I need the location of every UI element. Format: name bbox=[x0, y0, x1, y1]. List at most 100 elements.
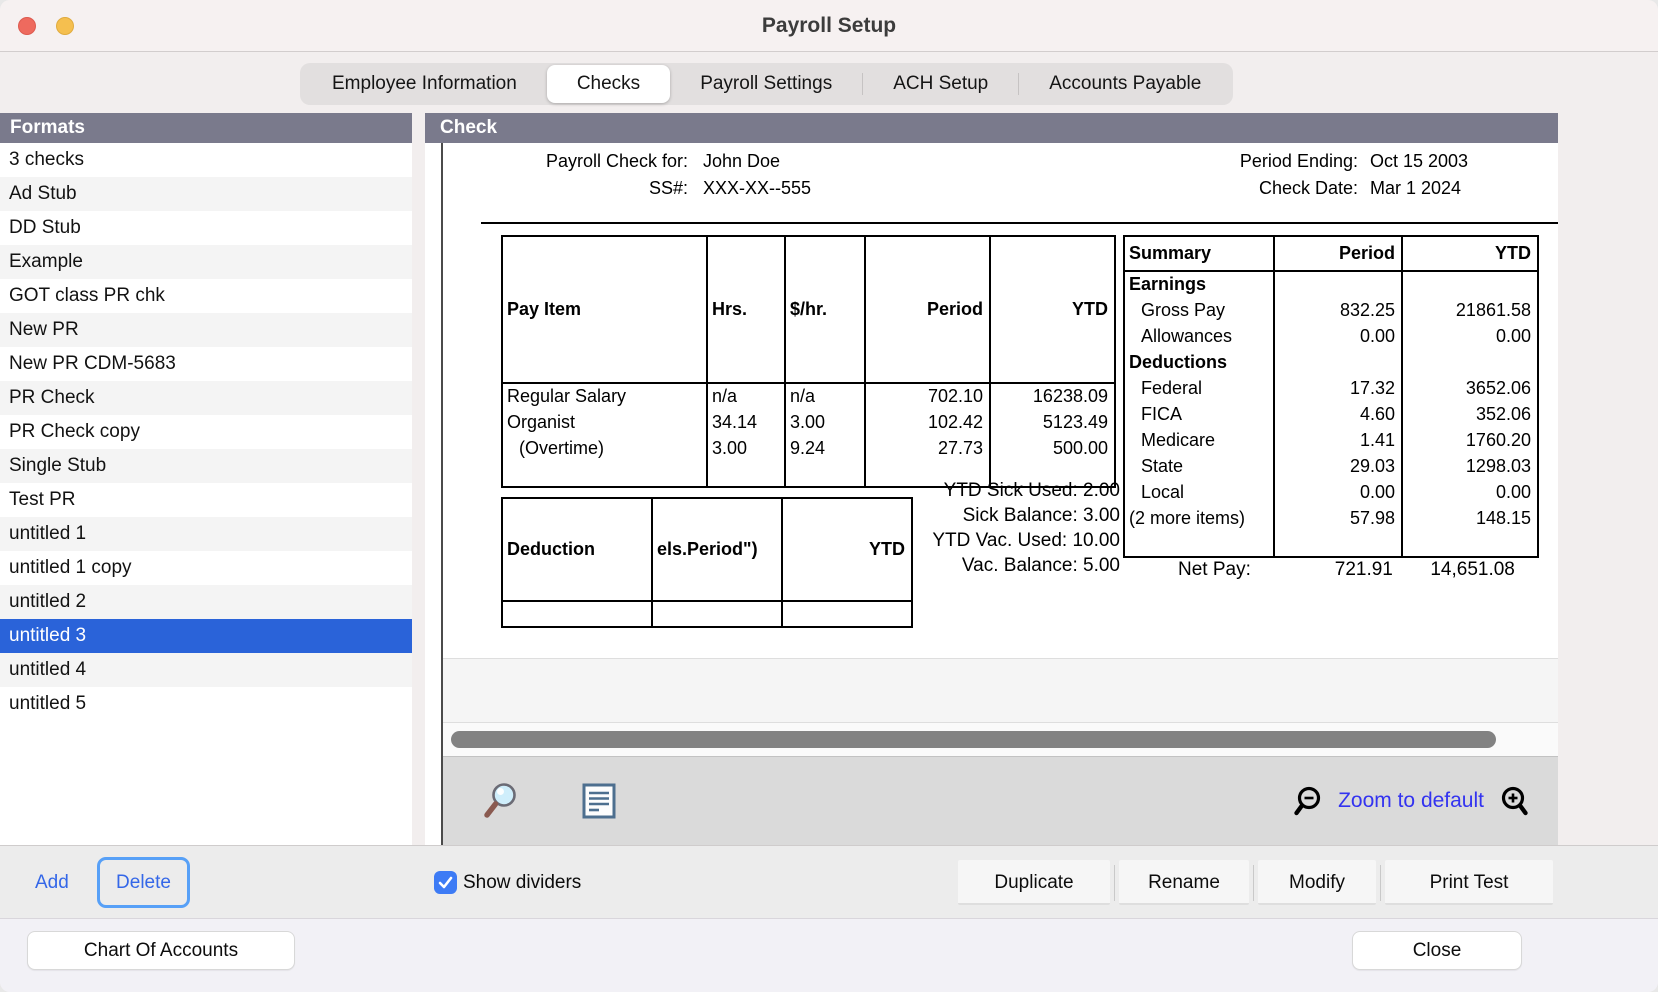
scrollbar-thumb[interactable] bbox=[451, 731, 1496, 748]
search-icon[interactable] bbox=[483, 782, 519, 820]
delete-button-label: Delete bbox=[116, 872, 171, 894]
format-row-new-pr[interactable]: New PR bbox=[0, 313, 412, 347]
pay-item-row: (Overtime)3.009.2427.73500.00 bbox=[502, 435, 1115, 461]
leave-line-vac-balance: Vac. Balance: 5.00 bbox=[932, 553, 1120, 578]
button-separator bbox=[1253, 865, 1254, 901]
ssn-value: XXX-XX--555 bbox=[703, 175, 811, 202]
summary-row-federal: Federal17.323652.06 bbox=[1124, 375, 1538, 401]
net-pay-ytd: 14,651.08 bbox=[1393, 559, 1515, 581]
title-bar: Payroll Setup bbox=[0, 0, 1658, 52]
format-row-untitled-4[interactable]: untitled 4 bbox=[0, 653, 412, 687]
add-button[interactable]: Add bbox=[35, 846, 69, 919]
leave-line-ytd-vac-used: YTD Vac. Used: 10.00 bbox=[932, 528, 1120, 553]
column-header-period: Period bbox=[1274, 236, 1402, 271]
main-panels: Formats 3 checksAd StubDD StubExampleGOT… bbox=[0, 113, 1658, 845]
summary-row-2-more-items: (2 more items)57.98148.15 bbox=[1124, 505, 1538, 531]
column-header-period: Period bbox=[865, 236, 990, 383]
check-content: Payroll Check for: John Doe SS#: XXX-XX-… bbox=[441, 143, 1558, 845]
check-date-label: Check Date: bbox=[1259, 175, 1358, 202]
summary-row-gross-pay: Gross Pay832.2521861.58 bbox=[1124, 297, 1538, 323]
summary-table: SummaryPeriodYTDEarningsGross Pay832.252… bbox=[1123, 235, 1539, 558]
document-preview-icon[interactable] bbox=[581, 782, 617, 820]
column-header-els-period: els.Period") bbox=[652, 498, 782, 601]
format-row-untitled-3[interactable]: untitled 3 bbox=[0, 619, 412, 653]
zoom-to-default-link[interactable]: Zoom to default bbox=[1338, 789, 1484, 813]
payroll-setup-window: Payroll Setup Employee InformationChecks… bbox=[0, 0, 1658, 992]
check-header: Check bbox=[425, 113, 1558, 143]
net-pay-period: 721.91 bbox=[1251, 559, 1393, 581]
column-header-hrs: Hrs. bbox=[707, 236, 785, 383]
column-header-pay-item: Pay Item bbox=[502, 236, 707, 383]
column-header-ytd: YTD bbox=[990, 236, 1115, 383]
summary-row-fica: FICA4.60352.06 bbox=[1124, 401, 1538, 427]
pay-item-row: Regular Salaryn/an/a702.1016238.09 bbox=[502, 383, 1115, 409]
preview-footer-strip bbox=[443, 658, 1558, 723]
format-row-pr-check-copy[interactable]: PR Check copy bbox=[0, 415, 412, 449]
check-preview: Payroll Check for: John Doe SS#: XXX-XX-… bbox=[443, 143, 1558, 658]
zoom-in-icon[interactable] bbox=[1498, 785, 1530, 817]
zoom-controls: Zoom to default bbox=[1292, 785, 1530, 817]
format-row-untitled-1[interactable]: untitled 1 bbox=[0, 517, 412, 551]
footer-bar: Chart Of Accounts Close bbox=[0, 918, 1658, 992]
check-gutter bbox=[425, 143, 441, 845]
tab-ach-setup[interactable]: ACH Setup bbox=[863, 65, 1018, 103]
format-row-test-pr[interactable]: Test PR bbox=[0, 483, 412, 517]
formats-panel: Formats 3 checksAd StubDD StubExampleGOT… bbox=[0, 113, 412, 845]
format-row-untitled-5[interactable]: untitled 5 bbox=[0, 687, 412, 721]
period-ending-value: Oct 15 2003 bbox=[1370, 148, 1488, 175]
format-row-ad-stub[interactable]: Ad Stub bbox=[0, 177, 412, 211]
format-row-pr-check[interactable]: PR Check bbox=[0, 381, 412, 415]
chart-of-accounts-button[interactable]: Chart Of Accounts bbox=[27, 931, 295, 970]
pay-item-row: Organist34.143.00102.425123.49 bbox=[502, 409, 1115, 435]
show-dividers-label: Show dividers bbox=[463, 872, 581, 894]
period-ending-label: Period Ending: bbox=[1240, 148, 1358, 175]
summary-row-local: Local0.000.00 bbox=[1124, 479, 1538, 505]
pay-item-table: Pay ItemHrs.$/hr.PeriodYTDRegular Salary… bbox=[501, 235, 1116, 488]
tab-checks[interactable]: Checks bbox=[547, 65, 670, 103]
close-button[interactable]: Close bbox=[1352, 931, 1522, 970]
show-dividers-control: Show dividers bbox=[434, 846, 581, 919]
duplicate-button[interactable]: Duplicate bbox=[958, 860, 1110, 905]
deduction-table: Deductionels.Period")YTD bbox=[501, 497, 913, 628]
net-pay-label: Net Pay: bbox=[1178, 559, 1251, 581]
format-row-new-pr-cdm-5683[interactable]: New PR CDM-5683 bbox=[0, 347, 412, 381]
zoom-out-icon[interactable] bbox=[1292, 785, 1324, 817]
check-top-rule bbox=[481, 222, 1558, 224]
format-row-single-stub[interactable]: Single Stub bbox=[0, 449, 412, 483]
check-panel: Check Payroll Check for: John Doe SS#: X… bbox=[425, 113, 1558, 845]
delete-button[interactable]: Delete bbox=[97, 857, 190, 908]
tab-accounts-payable[interactable]: Accounts Payable bbox=[1019, 65, 1231, 103]
format-action-buttons: Duplicate Rename Modify Print Test bbox=[958, 860, 1553, 905]
format-row-untitled-1-copy[interactable]: untitled 1 copy bbox=[0, 551, 412, 585]
format-row-dd-stub[interactable]: DD Stub bbox=[0, 211, 412, 245]
print-test-button[interactable]: Print Test bbox=[1385, 860, 1553, 905]
summary-row-allowances: Allowances0.000.00 bbox=[1124, 323, 1538, 349]
format-row-3-checks[interactable]: 3 checks bbox=[0, 143, 412, 177]
window-title: Payroll Setup bbox=[0, 0, 1658, 52]
format-row-example[interactable]: Example bbox=[0, 245, 412, 279]
horizontal-scrollbar bbox=[443, 723, 1558, 756]
leave-line-ytd-sick-used: YTD Sick Used: 2.00 bbox=[932, 478, 1120, 503]
summary-row-earnings: Earnings bbox=[1124, 271, 1538, 297]
format-row-untitled-2[interactable]: untitled 2 bbox=[0, 585, 412, 619]
payee-block: Payroll Check for: John Doe SS#: XXX-XX-… bbox=[503, 148, 811, 202]
tab-employee-information[interactable]: Employee Information bbox=[302, 65, 547, 103]
format-row-got-class-pr-chk[interactable]: GOT class PR chk bbox=[0, 279, 412, 313]
preview-toolbar: Zoom to default bbox=[443, 756, 1558, 845]
column-header-deduction: Deduction bbox=[502, 498, 652, 601]
leave-balances: YTD Sick Used: 2.00Sick Balance: 3.00YTD… bbox=[932, 478, 1120, 578]
button-separator bbox=[1380, 865, 1381, 901]
empty-filler-row bbox=[502, 601, 912, 627]
ssn-label: SS#: bbox=[503, 175, 688, 202]
tab-payroll-settings[interactable]: Payroll Settings bbox=[670, 65, 862, 103]
button-separator bbox=[1114, 865, 1115, 901]
modify-button[interactable]: Modify bbox=[1258, 860, 1376, 905]
checkmark-icon bbox=[438, 876, 453, 889]
payee-value: John Doe bbox=[703, 148, 780, 175]
rename-button[interactable]: Rename bbox=[1119, 860, 1249, 905]
net-pay-row: Net Pay: 721.91 14,651.08 bbox=[1178, 559, 1515, 581]
show-dividers-checkbox[interactable] bbox=[434, 871, 457, 894]
column-header-hr: $/hr. bbox=[785, 236, 865, 383]
payee-label: Payroll Check for: bbox=[503, 148, 688, 175]
empty-filler-row bbox=[1124, 531, 1538, 557]
